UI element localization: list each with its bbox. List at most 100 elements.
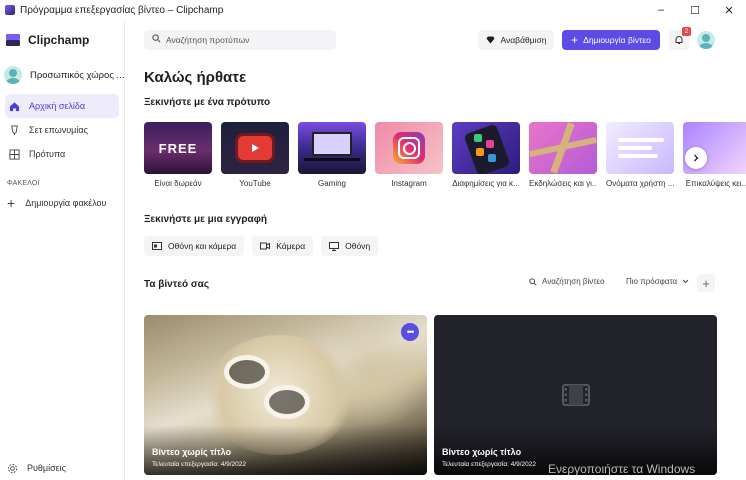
activation-watermark: Ενεργοποιήστε τα Windows (548, 462, 696, 476)
gear-icon (6, 462, 18, 474)
record-option-label: Κάμερα (276, 241, 306, 251)
upgrade-button[interactable]: Αναβάθμιση (478, 30, 554, 50)
create-video-button[interactable]: + Δημιουργία βίντεο (562, 30, 660, 50)
templates-icon (8, 148, 20, 160)
folders-section-label: ΦΑΚΕΛΟΙ (7, 180, 40, 187)
template-thumbnail (221, 122, 289, 174)
video-title: Βίντεο χωρίς τίτλο (152, 447, 232, 457)
page-title: Καλώς ήρθατε (144, 69, 247, 86)
video-title: Βίντεο χωρίς τίτλο (442, 447, 522, 457)
templates-heading: Ξεκινήστε με ένα πρότυπο (144, 97, 271, 108)
plus-icon: + (702, 275, 710, 291)
window-title: Πρόγραμμα επεξεργασίας βίντεο – Clipcham… (20, 4, 224, 16)
template-thumbnail: FREE (144, 122, 212, 174)
video-last-edited: Τελευταία επεξεργασία: 4/9/2022 (152, 461, 247, 468)
template-thumbnail (298, 122, 366, 174)
sidebar-item-home[interactable]: Αρχική σελίδα (5, 94, 119, 118)
chevron-down-icon (682, 279, 689, 284)
brand-kit-icon (8, 124, 20, 136)
template-thumbnail (375, 122, 443, 174)
workspace-label: Προσωπικός χώρος ... (30, 69, 124, 81)
template-card-youtube[interactable]: YouTube (221, 122, 289, 188)
bell-icon (674, 35, 684, 45)
video-search[interactable]: Αναζήτηση βίντεο (529, 277, 604, 286)
minimize-button[interactable]: – (644, 0, 678, 20)
template-card-gaming[interactable]: Gaming (298, 122, 366, 188)
record-option-label: Οθόνη και κάμερα (168, 241, 237, 251)
record-screen-camera-button[interactable]: Οθόνη και κάμερα (144, 236, 245, 256)
template-card-social-ads[interactable]: Διαφημίσεις για κ... (452, 122, 520, 188)
template-label: Διαφημίσεις για κ... (452, 179, 520, 188)
template-label: YouTube (239, 179, 271, 188)
plus-icon: + (571, 33, 579, 47)
profile-avatar[interactable] (697, 31, 715, 49)
template-thumbnail (606, 122, 674, 174)
video-card[interactable]: ••• Βίντεο χωρίς τίτλο Τελευταία επεξεργ… (144, 315, 427, 475)
main-content: Αναβάθμιση + Δημιουργία βίντεο 2 Καλώς ή… (126, 20, 746, 480)
title-bar: Πρόγραμμα επεξεργασίας βίντεο – Clipcham… (0, 0, 746, 20)
create-video-label: Δημιουργία βίντεο (583, 35, 651, 45)
more-horizontal-icon: ••• (406, 327, 415, 337)
home-icon (8, 100, 20, 112)
sidebar-item-brand-kit[interactable]: Σετ επωνυμίας (5, 118, 119, 142)
maximize-button[interactable]: ☐ (678, 0, 712, 20)
sort-dropdown[interactable]: Πιο πρόσφατα (626, 277, 689, 286)
video-last-edited: Τελευταία επεξεργασία: 4/9/2022 (442, 461, 537, 468)
plus-icon: + (7, 195, 16, 211)
sidebar-item-label: Πρότυπα (29, 149, 66, 159)
search-icon (529, 277, 537, 286)
sort-label: Πιο πρόσφατα (626, 277, 678, 286)
create-folder-button[interactable]: + Δημιουργία φακέλου (0, 191, 124, 215)
workspace-switcher[interactable]: Προσωπικός χώρος ... (0, 60, 124, 90)
clipchamp-app-icon (5, 5, 15, 15)
search-icon (152, 34, 161, 46)
record-camera-button[interactable]: Κάμερα (252, 236, 314, 256)
template-label: Gaming (317, 179, 346, 188)
sidebar-item-templates[interactable]: Πρότυπα (5, 142, 119, 166)
create-folder-label: Δημιουργία φακέλου (25, 198, 107, 208)
template-card-events[interactable]: Εκδηλώσεις και γι... (529, 122, 597, 188)
template-label: Είναι δωρεάν (154, 179, 202, 188)
film-icon (561, 384, 590, 406)
template-card-free[interactable]: FREE Είναι δωρεάν (144, 122, 212, 188)
workspace-avatar (4, 66, 22, 84)
videos-heading: Τα βίντεό σας (144, 279, 210, 290)
record-screen-button[interactable]: Οθόνη (321, 236, 379, 256)
video-more-button[interactable]: ••• (401, 323, 419, 341)
record-options: Οθόνη και κάμερα Κάμερα Οθόνη (144, 236, 379, 256)
screen-camera-icon (152, 240, 162, 252)
monitor-icon (329, 240, 340, 252)
template-label: Επικαλύψεις κει... (685, 179, 746, 188)
record-option-label: Οθόνη (345, 241, 371, 251)
search-input[interactable] (166, 35, 326, 45)
template-card-instagram[interactable]: Instagram (375, 122, 443, 188)
template-thumbnail (529, 122, 597, 174)
add-video-button[interactable]: + (697, 274, 715, 292)
settings-label: Ρυθμίσεις (27, 463, 67, 473)
template-label: Ονόματα χρήστη ... (606, 179, 674, 188)
video-search-label: Αναζήτηση βίντεο (542, 277, 605, 286)
brand-name: Clipchamp (28, 33, 90, 47)
camera-icon (260, 240, 271, 252)
template-label: Εκδηλώσεις και γι... (529, 179, 597, 188)
window-controls: – ☐ ✕ (644, 0, 746, 20)
carousel-next-button[interactable] (685, 147, 707, 169)
sidebar-item-label: Αρχική σελίδα (29, 101, 86, 111)
instagram-logo-icon (393, 132, 425, 164)
diamond-icon (486, 36, 495, 44)
brand[interactable]: Clipchamp (0, 20, 124, 60)
notifications-button[interactable]: 2 (669, 27, 691, 50)
sidebar-item-label: Σετ επωνυμίας (29, 125, 88, 135)
settings-button[interactable]: Ρυθμίσεις (6, 462, 66, 474)
notification-badge: 2 (682, 27, 691, 36)
chevron-right-icon (692, 154, 700, 162)
record-heading: Ξεκινήστε με μια εγγραφή (144, 214, 267, 225)
clipchamp-logo-icon (6, 34, 20, 46)
template-thumbnail (452, 122, 520, 174)
template-carousel: FREE Είναι δωρεάν YouTube Gaming Instagr… (144, 122, 746, 188)
template-search[interactable] (144, 30, 336, 50)
close-button[interactable]: ✕ (712, 0, 746, 20)
template-card-usernames[interactable]: Ονόματα χρήστη ... (606, 122, 674, 188)
upgrade-label: Αναβάθμιση (500, 35, 547, 45)
video-card[interactable]: Βίντεο χωρίς τίτλο Τελευταία επεξεργασία… (434, 315, 717, 475)
